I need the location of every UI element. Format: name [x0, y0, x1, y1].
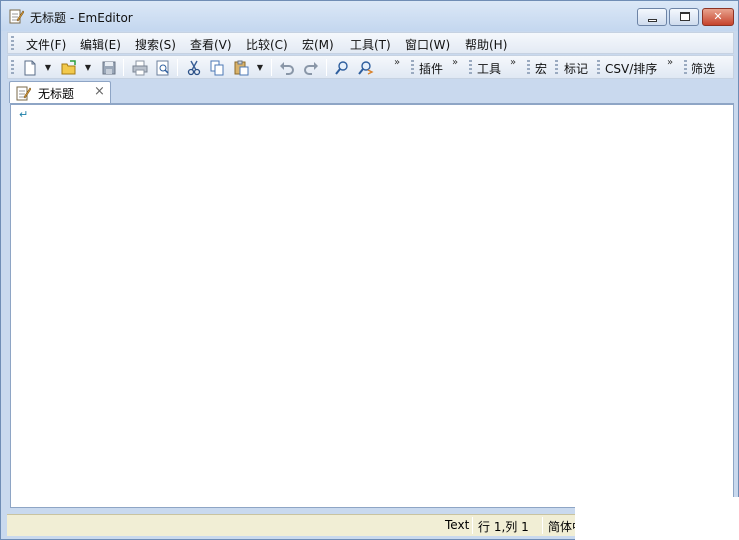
- end-of-line-mark: ↵: [19, 108, 29, 121]
- status-separator: [472, 517, 473, 534]
- paste-icon[interactable]: [232, 59, 250, 77]
- toolbar-grip[interactable]: [469, 60, 472, 75]
- tools-toolbar-label[interactable]: 工具: [477, 60, 501, 77]
- menu-macros[interactable]: 宏(M): [302, 36, 334, 53]
- status-bar: Text 行 1,列 1 简体中: [7, 514, 584, 536]
- tools-overflow-chevron[interactable]: »: [510, 57, 516, 68]
- menu-compare[interactable]: 比较(C): [246, 36, 288, 53]
- markers-toolbar-label[interactable]: 标记: [564, 60, 588, 77]
- menu-edit[interactable]: 编辑(E): [80, 36, 121, 53]
- cut-icon[interactable]: [185, 59, 203, 77]
- replace-icon[interactable]: [356, 59, 374, 77]
- menu-view[interactable]: 查看(V): [190, 36, 232, 53]
- undo-icon[interactable]: [278, 59, 296, 77]
- text-editor-area[interactable]: ↵: [10, 103, 734, 508]
- toolbar-separator: [177, 59, 178, 76]
- plugins-overflow-chevron[interactable]: »: [452, 57, 458, 68]
- minimize-button[interactable]: [637, 8, 667, 26]
- toolbar-overflow-chevron[interactable]: »: [394, 57, 400, 68]
- minimize-icon: [638, 9, 666, 25]
- csv-sort-overflow-chevron[interactable]: »: [667, 57, 673, 68]
- toolbar-grip[interactable]: [597, 60, 600, 75]
- toolbar-separator: [271, 59, 272, 76]
- close-icon: ✕: [713, 10, 723, 23]
- new-file-icon[interactable]: [21, 59, 39, 77]
- menu-help[interactable]: 帮助(H): [465, 36, 507, 53]
- maximize-icon: [670, 9, 698, 25]
- title-bar[interactable]: 无标题 - EmEditor ✕: [1, 1, 738, 31]
- tab-untitled[interactable]: 无标题 ×: [9, 81, 111, 103]
- tab-close-icon[interactable]: ×: [94, 84, 105, 99]
- print-icon[interactable]: [131, 59, 149, 77]
- save-icon[interactable]: [100, 59, 118, 77]
- close-button[interactable]: ✕: [702, 8, 734, 26]
- document-tab-strip: 无标题 ×: [7, 80, 734, 103]
- toolbar-grip[interactable]: [11, 60, 14, 75]
- toolbar-grip[interactable]: [527, 60, 530, 75]
- cropped-area: [575, 497, 739, 540]
- menu-file[interactable]: 文件(F): [26, 36, 66, 53]
- menu-grip[interactable]: [11, 36, 14, 50]
- notepad-pencil-icon: [9, 9, 24, 24]
- status-separator: [542, 517, 543, 534]
- toolbar-separator: [326, 59, 327, 76]
- plugins-toolbar-label[interactable]: 插件: [419, 60, 443, 77]
- toolbar-grip[interactable]: [411, 60, 414, 75]
- menu-search[interactable]: 搜索(S): [135, 36, 176, 53]
- app-window: 无标题 - EmEditor ✕ 文件(F) 编辑(E) 搜索(S) 查看(V)…: [0, 0, 739, 540]
- toolbar: ▼ ▼ ▼ » 插件 » 工具 » 宏 标记 CSV/排序 » 筛选: [7, 55, 734, 79]
- open-dropdown-icon[interactable]: ▼: [84, 59, 92, 77]
- toolbar-separator: [123, 59, 124, 76]
- macros-toolbar-label[interactable]: 宏: [535, 60, 547, 77]
- filter-toolbar-label[interactable]: 筛选: [691, 60, 715, 77]
- new-file-dropdown-icon[interactable]: ▼: [44, 59, 52, 77]
- window-title: 无标题 - EmEditor: [30, 11, 133, 25]
- menu-bar: 文件(F) 编辑(E) 搜索(S) 查看(V) 比较(C) 宏(M) 工具(T)…: [7, 32, 734, 54]
- csv-sort-toolbar-label[interactable]: CSV/排序: [605, 60, 657, 77]
- menu-window[interactable]: 窗口(W): [405, 36, 450, 53]
- print-preview-icon[interactable]: [154, 59, 172, 77]
- toolbar-grip[interactable]: [555, 60, 558, 75]
- tab-label: 无标题: [38, 87, 75, 101]
- notepad-pencil-icon: [16, 86, 31, 101]
- open-folder-icon[interactable]: [60, 59, 78, 77]
- find-icon[interactable]: [333, 59, 351, 77]
- paste-dropdown-icon[interactable]: ▼: [256, 59, 264, 77]
- maximize-button[interactable]: [669, 8, 699, 26]
- copy-icon[interactable]: [208, 59, 226, 77]
- menu-tools[interactable]: 工具(T): [350, 36, 391, 53]
- status-mode[interactable]: Text: [445, 518, 469, 532]
- redo-icon[interactable]: [302, 59, 320, 77]
- toolbar-grip[interactable]: [684, 60, 687, 75]
- status-cursor-position[interactable]: 行 1,列 1: [478, 518, 529, 535]
